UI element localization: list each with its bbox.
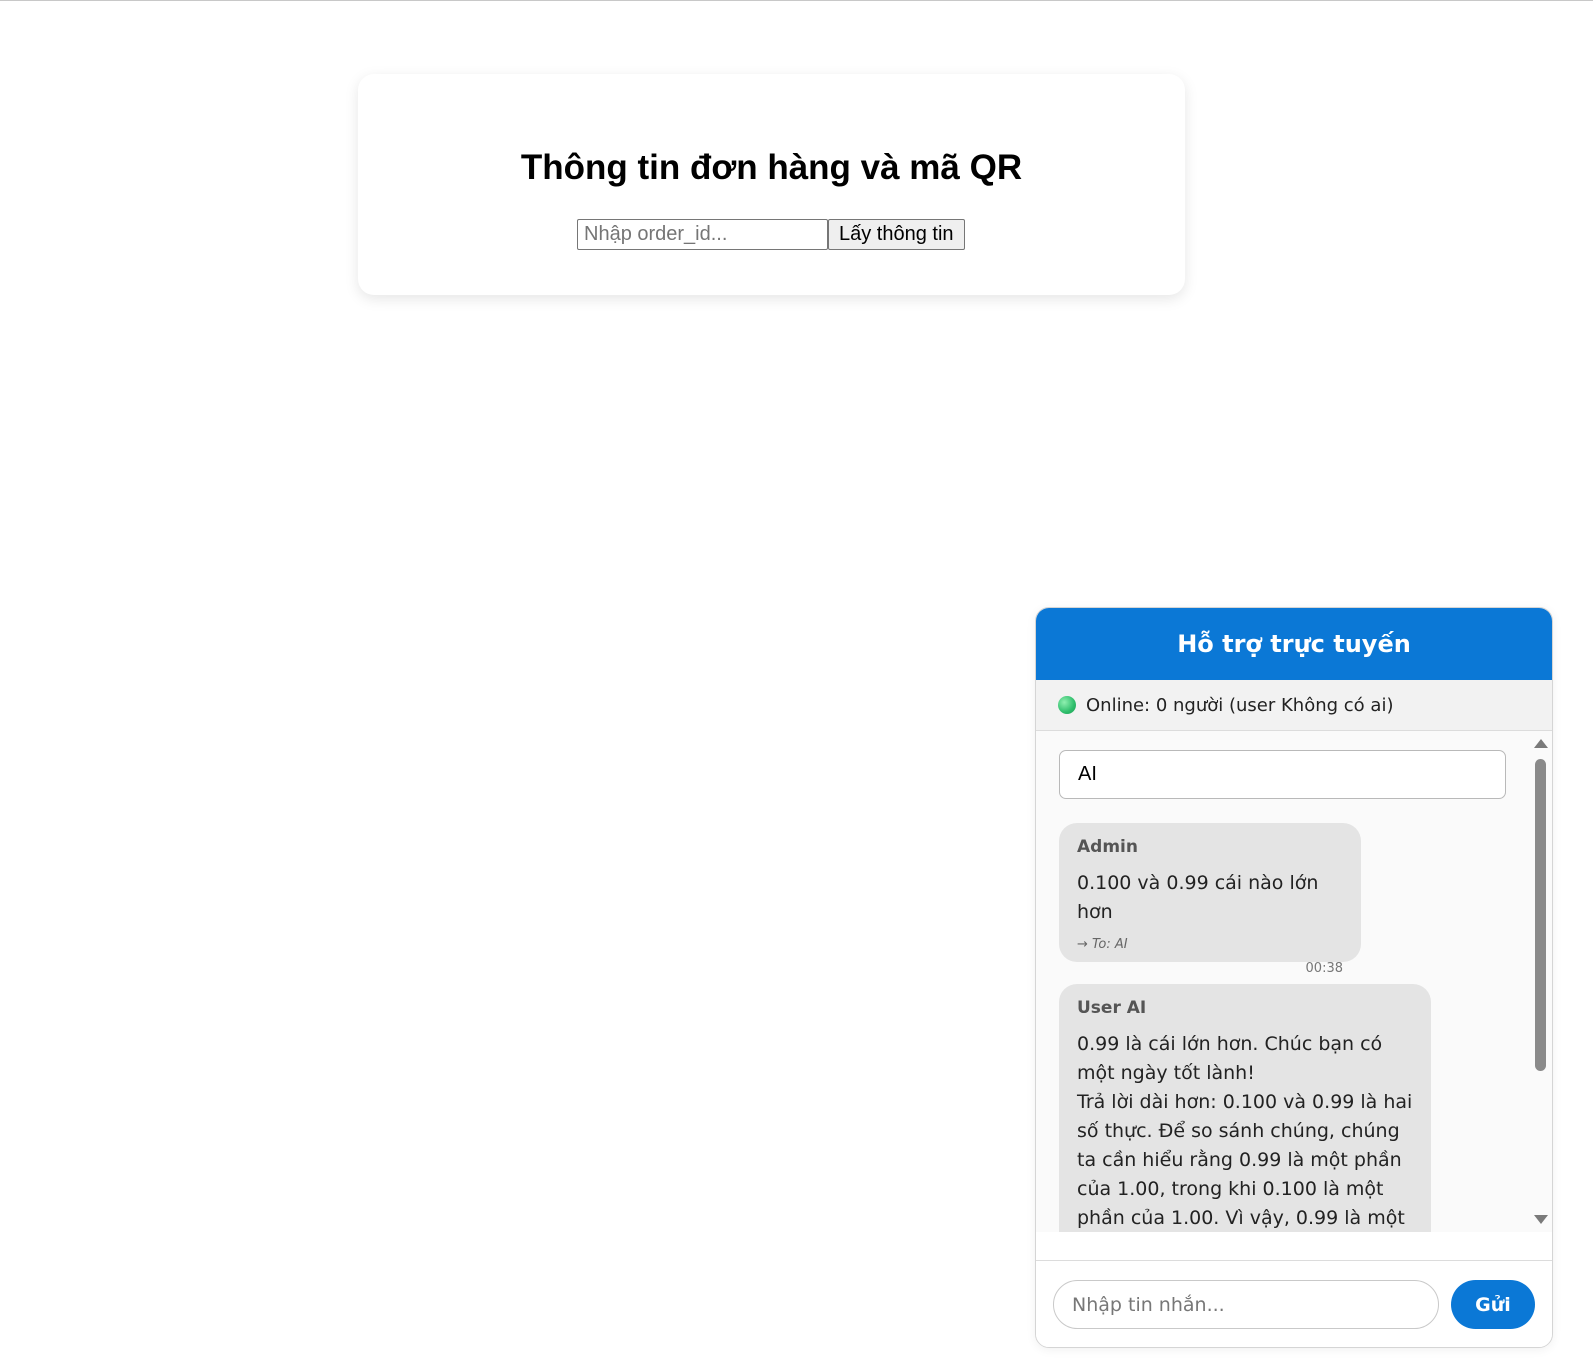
chat-status-bar: Online: 0 người (user Không có ai) <box>1036 680 1552 731</box>
scroll-up-arrow-icon[interactable] <box>1534 739 1548 748</box>
order-form: Lấy thông tin <box>577 219 965 250</box>
message-sender: User AI <box>1077 998 1147 1018</box>
chat-message-list[interactable]: AI Admin 0.100 và 0.99 cái nào lớn hơn →… <box>1036 731 1552 1232</box>
message-bubble: Admin 0.100 và 0.99 cái nào lớn hơn → To… <box>1059 823 1361 976</box>
chat-scrollbar[interactable] <box>1530 731 1552 1232</box>
scrollbar-thumb[interactable] <box>1535 759 1546 1071</box>
online-dot-icon <box>1058 696 1076 714</box>
online-status-text: Online: 0 người (user Không có ai) <box>1086 694 1394 716</box>
message-text: 0.100 và 0.99 cái nào lớn hơn <box>1077 872 1319 923</box>
order-id-input[interactable] <box>577 219 828 250</box>
support-chat-widget: Hỗ trợ trực tuyến Online: 0 người (user … <box>1035 607 1553 1348</box>
message-time: 00:38 <box>1305 961 1343 976</box>
message-input[interactable] <box>1053 1280 1439 1329</box>
message-recipient: → To: AI <box>1077 937 1128 952</box>
window-top-border <box>0 0 1593 1</box>
recipient-select[interactable]: AI <box>1059 750 1506 799</box>
chat-title: Hỗ trợ trực tuyến <box>1177 630 1411 658</box>
message-bubble: User AI 0.99 là cái lớn hơn. Chúc bạn có… <box>1059 984 1431 1232</box>
send-button[interactable]: Gửi <box>1451 1280 1535 1329</box>
message-sender: Admin <box>1077 837 1138 857</box>
scroll-down-arrow-icon[interactable] <box>1534 1215 1548 1224</box>
message-text: 0.99 là cái lớn hơn. Chúc bạn có một ngà… <box>1077 1033 1413 1229</box>
chat-header: Hỗ trợ trực tuyến <box>1036 608 1552 680</box>
chat-composer: Gửi <box>1036 1260 1552 1347</box>
recipient-value: AI <box>1078 763 1097 785</box>
order-lookup-card: Thông tin đơn hàng và mã QR Lấy thông ti… <box>358 74 1185 295</box>
page-title: Thông tin đơn hàng và mã QR <box>520 148 1023 187</box>
get-info-button[interactable]: Lấy thông tin <box>828 219 965 250</box>
